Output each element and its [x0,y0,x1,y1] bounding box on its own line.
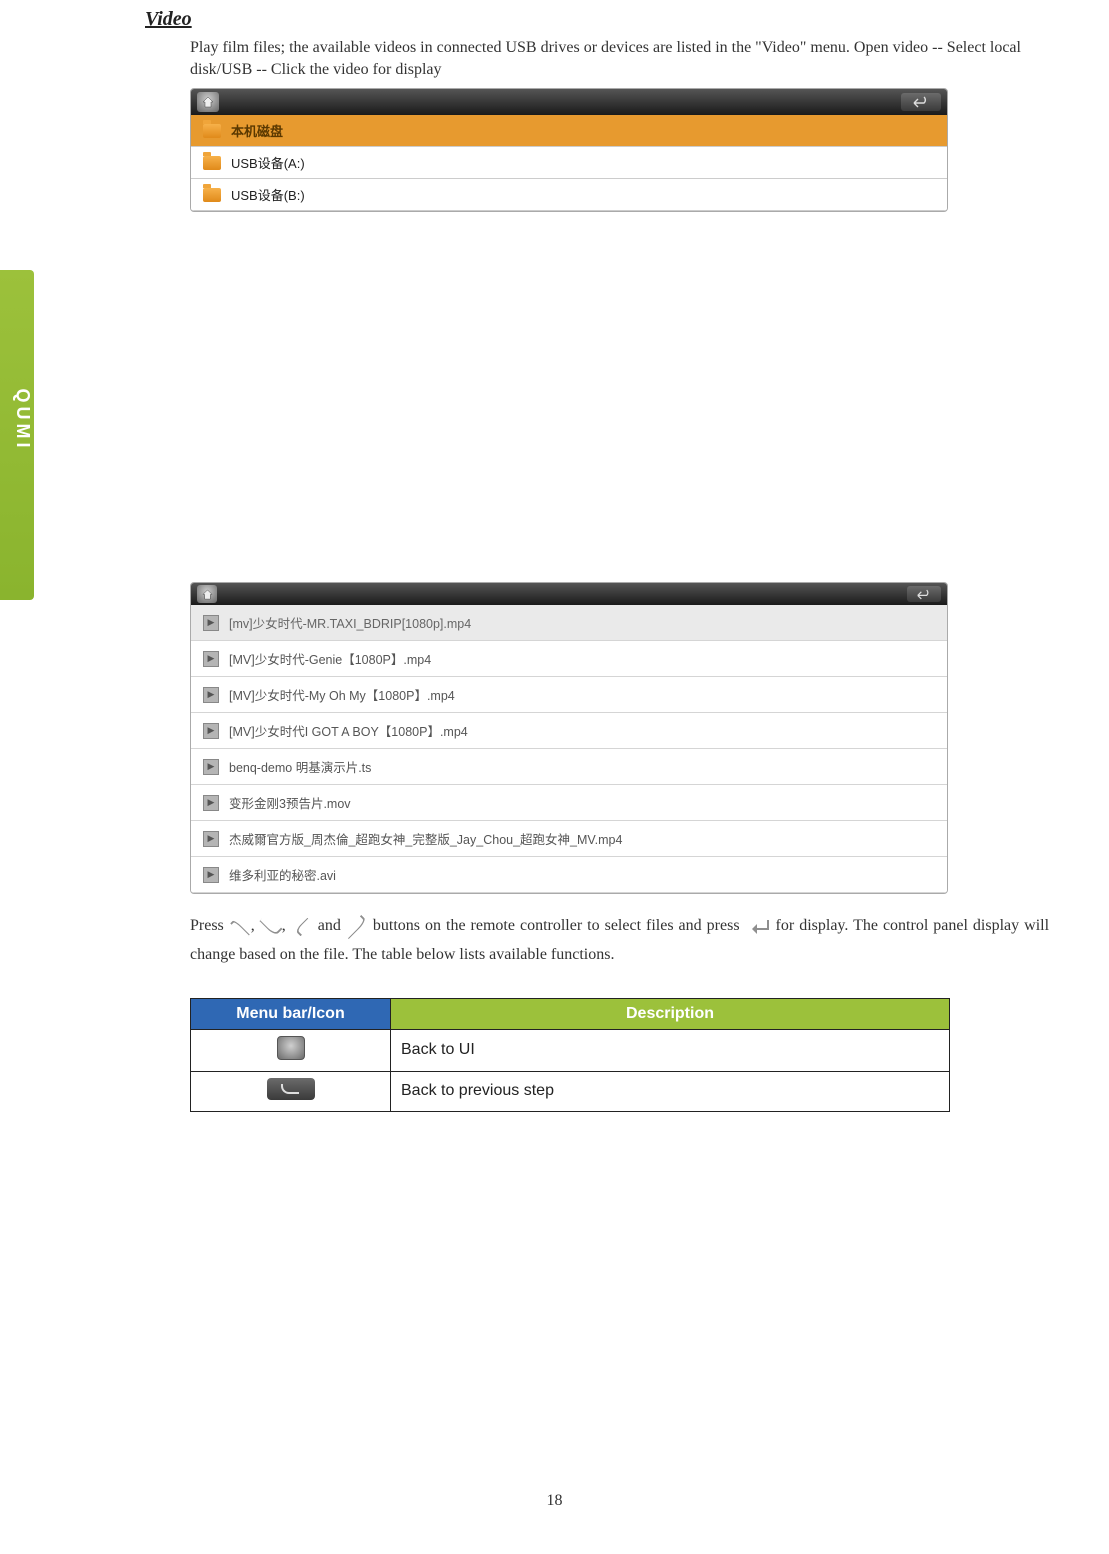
video-file-icon: ▶ [203,651,219,667]
section-title: Video [145,8,1049,31]
arrow-up-icon [229,920,251,934]
video-file-icon: ▶ [203,831,219,847]
video-file-icon: ▶ [203,615,219,631]
back-icon[interactable] [901,93,941,111]
arrow-down-icon [260,920,282,934]
folder-icon [203,156,221,170]
back-icon[interactable] [907,586,941,602]
video-filename: benq-demo 明基演示片.ts [229,757,371,776]
icon-cell [191,1029,391,1071]
video-file-icon: ▶ [203,867,219,883]
video-file-row[interactable]: ▶ 杰威爾官方版_周杰倫_超跑女神_完整版_Jay_Chou_超跑女神_MV.mp… [191,821,947,857]
video-file-icon: ▶ [203,723,219,739]
function-table: Menu bar/Icon Description Back to UI Bac… [190,998,950,1112]
video-filename: [MV]少女时代I GOT A BOY【1080P】.mp4 [229,721,468,740]
description-cell: Back to previous step [391,1071,950,1111]
video-file-row[interactable]: ▶ benq-demo 明基演示片.ts [191,749,947,785]
icon-cell [191,1071,391,1111]
press-instructions: Press , , and buttons on the remote cont… [190,912,1049,970]
video-file-row[interactable]: ▶ [MV]少女时代-Genie【1080P】.mp4 [191,641,947,677]
home-icon[interactable] [197,585,217,603]
video-file-icon: ▶ [203,687,219,703]
text: , [251,917,260,934]
qumi-logo: QUMI [2,320,32,520]
video-file-browser-screenshot: ▶ [mv]少女时代-MR.TAXI_BDRIP[1080p].mp4 ▶ [MV]… [190,582,948,894]
folder-icon [203,124,221,138]
video-file-row[interactable]: ▶ 变形金刚3预告片.mov [191,785,947,821]
text: and [313,917,346,934]
video-file-row[interactable]: ▶ 维多利亚的秘密.avi [191,857,947,893]
intro-paragraph: Play film files; the available videos in… [190,37,1049,80]
video-filename: [MV]少女时代-My Oh My【1080P】.mp4 [229,685,455,704]
video-file-icon: ▶ [203,795,219,811]
video-filename: 杰威爾官方版_周杰倫_超跑女神_完整版_Jay_Chou_超跑女神_MV.mp4 [229,829,622,848]
description-cell: Back to UI [391,1029,950,1071]
table-row: Back to UI [191,1029,950,1071]
video-file-row[interactable]: ▶ [MV]少女时代I GOT A BOY【1080P】.mp4 [191,713,947,749]
disk-browser-screenshot: 本机磁盘 USB设备(A:) USB设备(B:) [190,88,948,212]
titlebar [191,89,947,115]
disk-row-usb-a[interactable]: USB设备(A:) [191,147,947,179]
back-icon [267,1078,315,1100]
home-icon[interactable] [197,92,219,112]
svg-text:QUMI: QUMI [13,389,32,452]
titlebar [191,583,947,605]
video-filename: [MV]少女时代-Genie【1080P】.mp4 [229,649,431,668]
text: , [282,917,291,934]
disk-label: 本机磁盘 [231,121,283,140]
enter-icon [745,920,771,934]
video-filename: 变形金刚3预告片.mov [229,793,351,812]
table-header-description: Description [391,998,950,1029]
video-filename: 维多利亚的秘密.avi [229,865,336,884]
disk-row-usb-b[interactable]: USB设备(B:) [191,179,947,211]
text: buttons on the remote controller to sele… [373,917,745,934]
disk-label: USB设备(A:) [231,153,305,172]
text: Press [190,917,229,934]
table-row: Back to previous step [191,1071,950,1111]
disk-label: USB设备(B:) [231,185,305,204]
arrow-left-icon [291,920,313,934]
home-icon [277,1036,305,1060]
video-file-icon: ▶ [203,759,219,775]
arrow-right-icon [346,920,368,934]
video-filename: [mv]少女时代-MR.TAXI_BDRIP[1080p].mp4 [229,613,471,632]
table-header-icon: Menu bar/Icon [191,998,391,1029]
video-file-row[interactable]: ▶ [MV]少女时代-My Oh My【1080P】.mp4 [191,677,947,713]
video-file-row[interactable]: ▶ [mv]少女时代-MR.TAXI_BDRIP[1080p].mp4 [191,605,947,641]
folder-icon [203,188,221,202]
side-brand-tab: QUMI [0,270,34,600]
page-number: 18 [0,1492,1109,1510]
disk-row-local[interactable]: 本机磁盘 [191,115,947,147]
